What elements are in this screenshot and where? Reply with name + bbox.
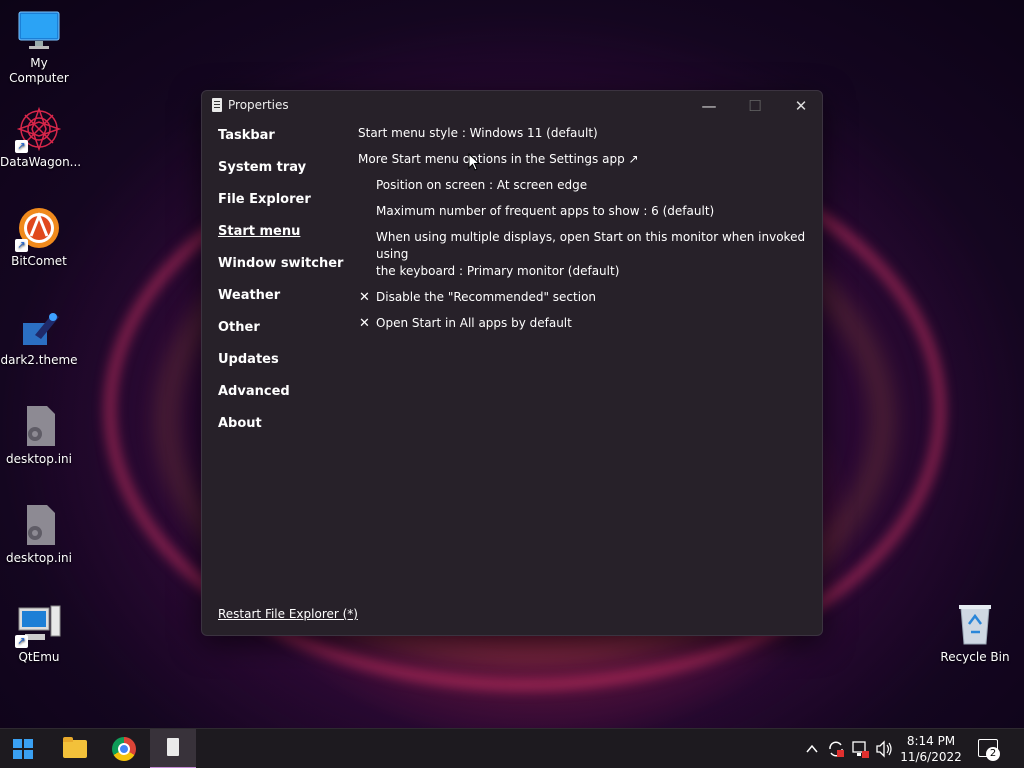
setting-disable-recommended[interactable]: ✕ Disable the "Recommended" section: [358, 289, 808, 306]
settings-file-icon: [17, 404, 61, 448]
desktop-icon-recycle-bin[interactable]: Recycle Bin: [936, 602, 1014, 665]
shortcut-arrow-icon: ↗: [15, 140, 28, 153]
desktop-icon-label: dark2.theme: [0, 353, 78, 367]
settings-nav: Taskbar System tray File Explorer Start …: [218, 127, 348, 447]
start-button[interactable]: [0, 729, 46, 768]
mouse-cursor-icon: [468, 152, 481, 175]
desktop-icon-label: My Computer: [9, 56, 69, 85]
desktop-icon-my-computer[interactable]: My Computer: [0, 8, 78, 86]
shortcut-arrow-icon: ↗: [15, 635, 28, 648]
clock-date: 11/6/2022: [900, 750, 962, 764]
chrome-icon: [112, 737, 136, 761]
nav-item-window-switcher[interactable]: Window switcher: [218, 255, 348, 287]
folder-icon: [63, 737, 87, 758]
theme-file-icon: [17, 305, 61, 349]
bitcomet-icon: ↗: [15, 206, 61, 252]
desktop-icon-datawagon[interactable]: ↗ DataWagon...: [0, 106, 82, 170]
mandala-icon: ↗: [15, 106, 62, 153]
nav-item-taskbar[interactable]: Taskbar: [218, 127, 348, 159]
desktop-icon-label: desktop.ini: [6, 551, 72, 565]
properties-app-icon: [167, 738, 179, 756]
taskbar: 8:14 PM 11/6/2022 2: [0, 728, 1024, 768]
setting-max-frequent-apps[interactable]: Maximum number of frequent apps to show …: [358, 203, 808, 220]
sync-status-icon[interactable]: [827, 729, 845, 768]
desktop-icon-label: desktop.ini: [6, 452, 72, 466]
nav-item-advanced[interactable]: Advanced: [218, 383, 348, 415]
desktop-icon-dark2-theme[interactable]: dark2.theme: [0, 305, 78, 368]
close-button[interactable]: ✕: [778, 91, 822, 121]
nav-item-updates[interactable]: Updates: [218, 351, 348, 383]
desktop-icon-qtemu[interactable]: ↗ QtEmu: [0, 602, 78, 665]
desktop-icon-bitcomet[interactable]: ↗ BitComet: [0, 206, 78, 269]
taskbar-chrome[interactable]: [101, 729, 147, 768]
restart-file-explorer-link[interactable]: Restart File Explorer (*): [218, 607, 358, 621]
settings-file-icon: [17, 503, 61, 547]
volume-icon[interactable]: [875, 729, 893, 768]
setting-more-options-link[interactable]: More Start menu options in the Settings …: [358, 151, 808, 168]
recycle-bin-icon: [953, 602, 997, 646]
desktop-icon-label: DataWagon...: [0, 155, 82, 169]
nav-item-start-menu[interactable]: Start menu: [218, 223, 348, 255]
desktop-icon-label: Recycle Bin: [940, 650, 1010, 664]
taskbar-clock[interactable]: 8:14 PM 11/6/2022: [896, 733, 966, 765]
checked-x-icon: ✕: [359, 316, 370, 331]
monitor-icon: [17, 8, 61, 52]
taskbar-file-explorer[interactable]: [51, 729, 97, 768]
nav-item-system-tray[interactable]: System tray: [218, 159, 348, 191]
shortcut-arrow-icon: ↗: [15, 239, 28, 252]
nav-item-about[interactable]: About: [218, 415, 348, 447]
checked-x-icon: ✕: [359, 290, 370, 305]
setting-multi-display-monitor[interactable]: When using multiple displays, open Start…: [358, 229, 808, 280]
notification-count-badge: 2: [986, 747, 1000, 761]
title-bar[interactable]: Properties — ☐ ✕: [202, 91, 822, 121]
nav-item-file-explorer[interactable]: File Explorer: [218, 191, 348, 223]
properties-app-icon: [212, 98, 222, 112]
nav-item-other[interactable]: Other: [218, 319, 348, 351]
desktop-icon-label: BitComet: [11, 254, 67, 268]
nav-item-weather[interactable]: Weather: [218, 287, 348, 319]
desktop-icon-desktop-ini-1[interactable]: desktop.ini: [0, 404, 78, 467]
desktop-icon-label: QtEmu: [18, 650, 60, 664]
setting-position-on-screen[interactable]: Position on screen : At screen edge: [358, 177, 808, 194]
setting-open-all-apps[interactable]: ✕ Open Start in All apps by default: [358, 315, 808, 332]
taskbar-properties[interactable]: [150, 729, 196, 768]
properties-window[interactable]: Properties — ☐ ✕ Taskbar System tray Fil…: [201, 90, 823, 636]
windows-logo-icon: [13, 739, 33, 759]
qtemu-icon: ↗: [15, 602, 61, 648]
network-icon[interactable]: [851, 729, 869, 768]
tray-overflow-chevron-icon[interactable]: [805, 729, 819, 768]
minimize-button[interactable]: —: [686, 91, 732, 121]
clock-time: 8:14 PM: [906, 734, 956, 748]
maximize-button[interactable]: ☐: [732, 91, 778, 121]
window-title: Properties: [228, 98, 289, 112]
desktop-icon-desktop-ini-2[interactable]: desktop.ini: [0, 503, 78, 566]
start-menu-settings: Start menu style : Windows 11 (default) …: [358, 125, 808, 341]
setting-start-menu-style[interactable]: Start menu style : Windows 11 (default): [358, 125, 808, 142]
